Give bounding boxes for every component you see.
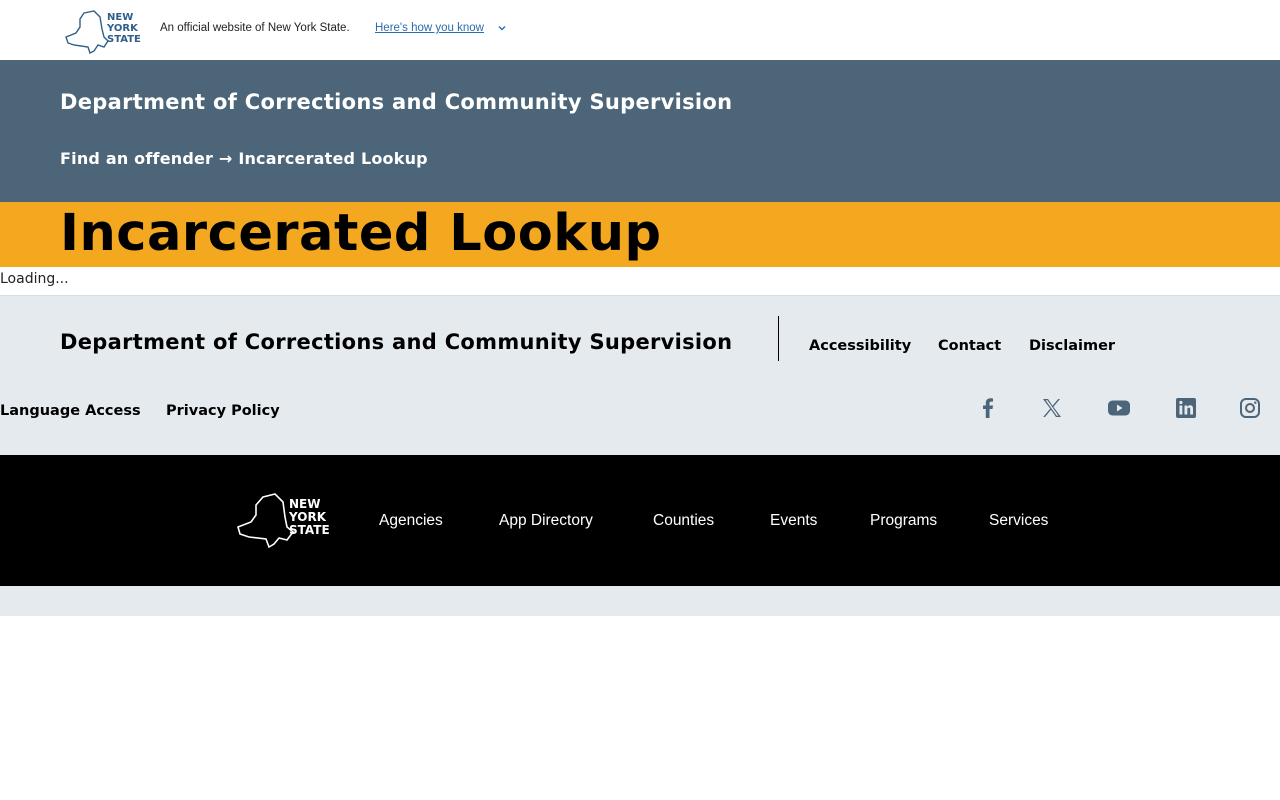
global-footer-link-counties[interactable]: Counties — [653, 512, 714, 530]
breadcrumb-find-an-offender[interactable]: Find an offender — [60, 149, 213, 168]
page-title: Incarcerated Lookup — [60, 204, 662, 263]
loading-text: Loading... — [0, 271, 69, 287]
global-footer: NEW YORK STATE Agencies App Directory Co… — [0, 455, 1280, 586]
heres-how-you-know-link[interactable]: Here's how you know — [375, 22, 484, 34]
x-twitter-icon[interactable] — [1040, 396, 1064, 420]
breadcrumb: Find an offender → Incarcerated Lookup — [60, 149, 428, 168]
footer-link-disclaimer[interactable]: Disclaimer — [1029, 338, 1115, 354]
official-gov-banner: NEW YORK STATE An official website of Ne… — [0, 0, 1280, 60]
nys-footer-logo[interactable]: NEW YORK STATE — [237, 491, 333, 549]
chevron-down-icon[interactable] — [497, 23, 507, 33]
breadcrumb-arrow: → — [218, 149, 233, 168]
page-title-band: Incarcerated Lookup — [0, 202, 1280, 267]
global-footer-link-agencies[interactable]: Agencies — [379, 512, 443, 530]
footer-link-privacy-policy[interactable]: Privacy Policy — [166, 403, 280, 419]
breadcrumb-current: Incarcerated Lookup — [238, 149, 428, 168]
bottom-strip — [0, 586, 1280, 616]
global-footer-link-app-directory[interactable]: App Directory — [499, 512, 593, 530]
footer-link-language-access[interactable]: Language Access — [0, 403, 141, 419]
nys-logo[interactable]: NEW YORK STATE — [64, 7, 144, 55]
logo-word-2: YORK — [106, 23, 139, 34]
agency-title[interactable]: Department of Corrections and Community … — [60, 90, 732, 114]
footer-agency-title: Department of Corrections and Community … — [60, 330, 733, 354]
facebook-icon[interactable] — [976, 396, 1000, 420]
official-website-text: An official website of New York State. — [160, 22, 350, 34]
nys-state-outline-icon: NEW YORK STATE — [237, 493, 330, 549]
youtube-icon[interactable] — [1107, 396, 1131, 420]
logo-word-3: STATE — [107, 34, 141, 45]
logo-word-1: NEW — [107, 12, 133, 23]
linkedin-icon[interactable] — [1174, 396, 1198, 420]
footer-link-accessibility[interactable]: Accessibility — [809, 338, 911, 354]
global-footer-link-programs[interactable]: Programs — [870, 512, 937, 530]
logo-word-1: NEW — [289, 497, 320, 511]
global-footer-link-services[interactable]: Services — [989, 512, 1048, 530]
nys-state-outline-icon: NEW YORK STATE — [65, 10, 141, 54]
footer-divider — [778, 316, 779, 361]
instagram-icon[interactable] — [1238, 396, 1262, 420]
agency-footer: Department of Corrections and Community … — [0, 295, 1280, 455]
footer-link-contact[interactable]: Contact — [938, 338, 1001, 354]
agency-header: Department of Corrections and Community … — [0, 60, 1280, 202]
global-footer-link-events[interactable]: Events — [770, 512, 817, 530]
logo-word-2: YORK — [288, 510, 327, 524]
logo-word-3: STATE — [289, 523, 330, 537]
